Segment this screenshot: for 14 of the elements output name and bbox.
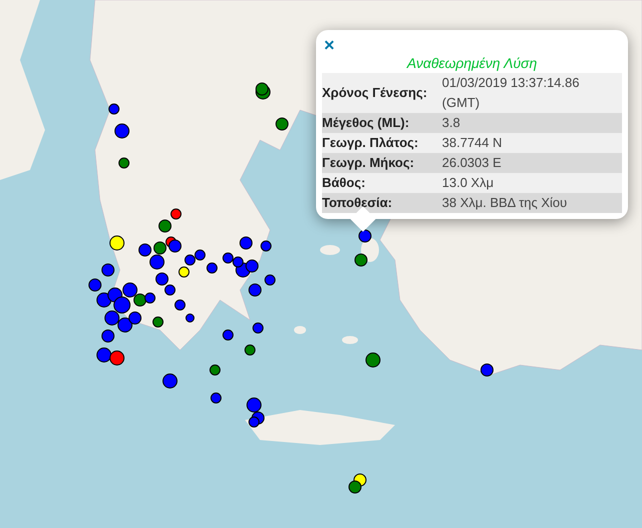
field-label: Μέγεθος (ML): (322, 114, 410, 132)
popup-title: Αναθεωρημένη Λύση (406, 54, 538, 72)
field-label: Γεωγρ. Μήκος: (322, 154, 416, 172)
field-value: 38 Χλμ. ΒΒΔ της Χίου (442, 194, 568, 212)
field-value: 38.7744 N (442, 134, 503, 152)
field-value: 3.8 (442, 114, 462, 132)
field-label: Χρόνος Γένεσης: (322, 84, 428, 102)
field-label: Τοποθεσία: (322, 194, 394, 212)
field-label: Βάθος: (322, 174, 366, 192)
field-value: 26.0303 E (442, 154, 502, 172)
field-label: Γεωγρ. Πλάτος: (322, 134, 420, 152)
field-value: 01/03/2019 13:37:14.86 (GMT) (442, 74, 580, 112)
close-button[interactable]: × (322, 36, 337, 54)
field-value: 13.0 Χλμ (442, 174, 495, 192)
